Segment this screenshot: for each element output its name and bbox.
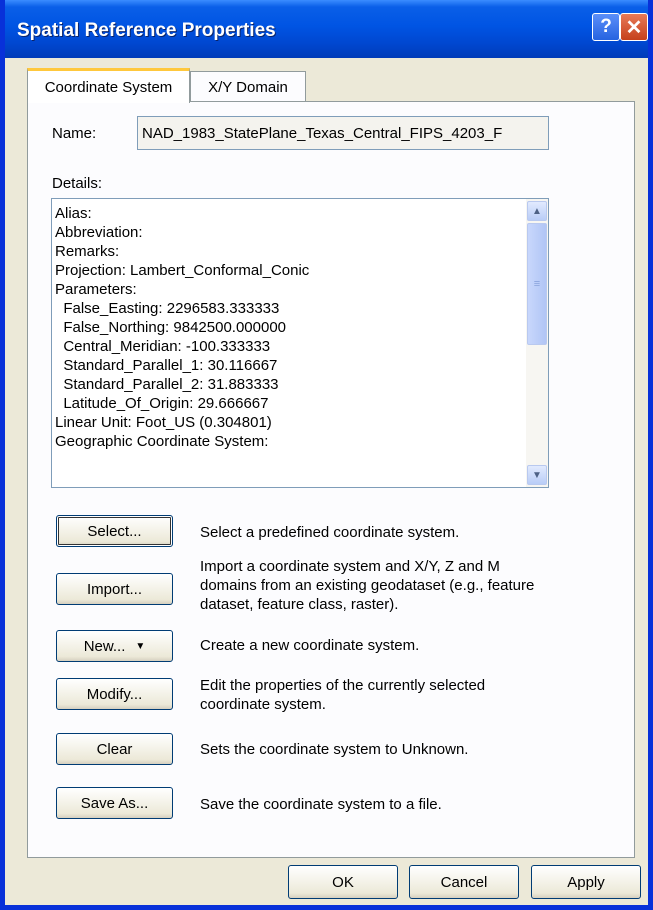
import-description: Import a coordinate system and X/Y, Z an…: [200, 558, 535, 613]
save-as-description: Save the coordinate system to a file.: [200, 796, 442, 813]
apply-button[interactable]: Apply: [531, 865, 641, 899]
details-text-box[interactable]: Alias: Abbreviation: Remarks: Projection…: [51, 198, 549, 488]
details-line: Abbreviation:: [55, 224, 143, 241]
details-line: False_Easting: 2296583.333333: [55, 300, 280, 317]
details-line: Alias:: [55, 205, 92, 222]
dialog-window: Spatial Reference Properties ? ✕ Coordin…: [0, 0, 653, 910]
details-line: Latitude_Of_Origin: 29.666667: [55, 395, 269, 412]
new-button[interactable]: New... ▼: [56, 630, 173, 662]
details-line: Parameters:: [55, 281, 137, 298]
save-as-button[interactable]: Save As...: [56, 787, 173, 819]
details-line: Remarks:: [55, 243, 120, 260]
details-lines: Alias: Abbreviation: Remarks: Projection…: [55, 204, 525, 451]
details-line: Standard_Parallel_1: 30.116667: [55, 357, 278, 374]
new-button-label: New...: [83, 637, 126, 655]
clear-description: Sets the coordinate system to Unknown.: [200, 741, 469, 758]
details-line: False_Northing: 9842500.000000: [55, 319, 287, 336]
vertical-scrollbar[interactable]: ▲ ≡ ▼: [526, 199, 548, 487]
window-title: Spatial Reference Properties: [17, 20, 276, 41]
clear-button[interactable]: Clear: [56, 733, 173, 765]
ok-button[interactable]: OK: [288, 865, 398, 899]
cancel-button[interactable]: Cancel: [409, 865, 519, 899]
title-bar[interactable]: Spatial Reference Properties ? ✕: [5, 0, 648, 58]
new-description: Create a new coordinate system.: [200, 637, 420, 654]
name-field[interactable]: NAD_1983_StatePlane_Texas_Central_FIPS_4…: [137, 116, 549, 150]
help-button[interactable]: ?: [592, 13, 620, 41]
details-line: Standard_Parallel_2: 31.883333: [55, 376, 279, 393]
dropdown-arrow-icon: ▼: [135, 640, 146, 652]
scroll-thumb[interactable]: ≡: [527, 223, 547, 345]
name-label: Name:: [52, 125, 97, 142]
select-description: Select a predefined coordinate system.: [200, 524, 460, 541]
import-button[interactable]: Import...: [56, 573, 173, 605]
scroll-down-icon[interactable]: ▼: [527, 465, 547, 485]
tab-xy-domain[interactable]: X/Y Domain: [190, 71, 306, 102]
details-line: Linear Unit: Foot_US (0.304801): [55, 414, 272, 431]
modify-description: Edit the properties of the currently sel…: [200, 677, 486, 713]
select-button[interactable]: Select...: [56, 515, 173, 547]
details-label: Details:: [52, 175, 103, 192]
close-button[interactable]: ✕: [620, 13, 648, 41]
details-line: Central_Meridian: -100.333333: [55, 338, 271, 355]
details-line: Projection: Lambert_Conformal_Conic: [55, 262, 310, 279]
details-line: Geographic Coordinate System:: [55, 433, 269, 450]
modify-button[interactable]: Modify...: [56, 678, 173, 710]
scroll-up-icon[interactable]: ▲: [527, 201, 547, 221]
tab-coordinate-system[interactable]: Coordinate System: [27, 68, 190, 103]
